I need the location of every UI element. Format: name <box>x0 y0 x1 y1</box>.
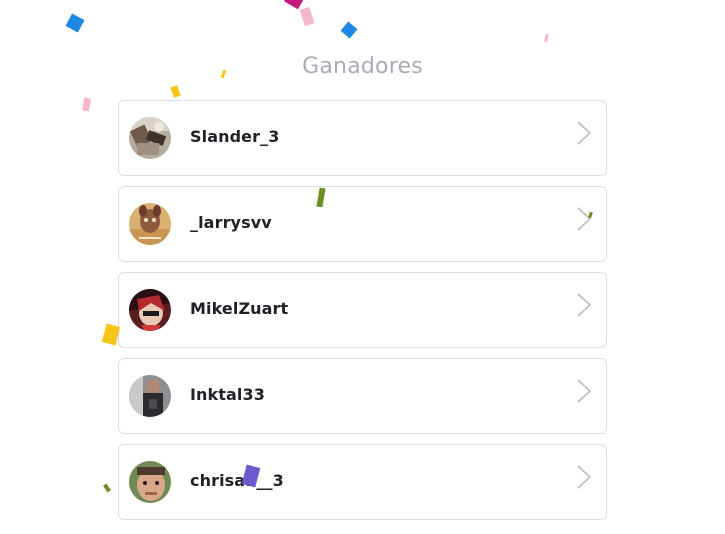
winner-username: chrisa1__3 <box>190 471 284 490</box>
winners-page: Ganadores Slander_3 _larrysvv MikelZuart… <box>0 0 725 534</box>
chevron-right-icon <box>577 293 592 317</box>
winner-row[interactable]: chrisa1__3 <box>118 444 607 520</box>
winner-username: _larrysvv <box>190 213 272 232</box>
chevron-right-icon <box>577 121 592 145</box>
avatar-icon <box>129 461 171 503</box>
confetti-piece <box>340 21 358 39</box>
chevron-right-icon <box>577 207 592 231</box>
confetti-piece <box>170 85 181 98</box>
winner-row[interactable]: Inktal33 <box>118 358 607 434</box>
page-title: Ganadores <box>302 54 423 79</box>
winner-row[interactable]: Slander_3 <box>118 100 607 176</box>
chevron-right-icon <box>577 465 592 489</box>
winner-row[interactable]: MikelZuart <box>118 272 607 348</box>
winner-username: MikelZuart <box>190 299 289 318</box>
chevron-right-icon <box>577 379 592 403</box>
winner-username: Inktal33 <box>190 385 265 404</box>
avatar-icon <box>129 289 171 331</box>
avatar-icon <box>129 375 171 417</box>
confetti-piece <box>65 13 85 33</box>
winner-row[interactable]: _larrysvv <box>118 186 607 262</box>
confetti-piece <box>103 483 111 493</box>
avatar-icon <box>129 117 171 159</box>
avatar-icon <box>129 203 171 245</box>
winners-list: Slander_3 _larrysvv MikelZuart Inktal33 … <box>118 100 607 530</box>
confetti-piece <box>81 97 92 112</box>
winner-username: Slander_3 <box>190 127 280 146</box>
confetti-piece <box>284 0 304 10</box>
confetti-piece <box>544 33 549 43</box>
confetti-piece <box>299 6 315 27</box>
